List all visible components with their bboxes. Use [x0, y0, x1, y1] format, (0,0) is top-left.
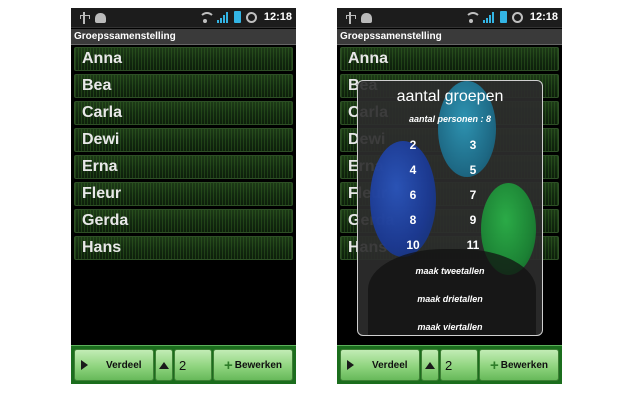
group-option[interactable]: 7 — [458, 188, 488, 202]
android-debug-icon — [361, 13, 372, 23]
battery-icon — [233, 11, 241, 23]
group-count-field[interactable]: 2 — [174, 349, 212, 381]
make-quads-option[interactable]: maak viertallen — [358, 322, 542, 332]
app-title: Groepssamenstelling — [337, 29, 562, 45]
dialog-title: aantal groepen — [396, 88, 504, 105]
list-item[interactable]: Erna — [74, 155, 293, 179]
list-item[interactable]: Hans — [74, 236, 293, 260]
clock: 12:18 — [263, 11, 292, 23]
alarm-icon — [245, 11, 257, 23]
list-item[interactable]: Fleur — [74, 182, 293, 206]
group-option[interactable]: 9 — [458, 213, 488, 227]
list-item[interactable]: Bea — [74, 74, 293, 98]
phone-screen-list: 12:18 Groepssamenstelling Anna Bea Carla… — [71, 8, 296, 384]
name-list: Anna Bea Carla Dewi Erna Fleur Gerda Han… — [74, 47, 293, 263]
group-option[interactable]: 3 — [458, 138, 488, 152]
edit-label: Bewerken — [500, 359, 548, 371]
play-icon — [347, 360, 354, 370]
person-count-label: aantal personen : 8 — [408, 114, 492, 124]
android-debug-icon — [95, 13, 106, 23]
group-option[interactable]: 4 — [398, 163, 428, 177]
plus-icon: + — [223, 356, 233, 374]
increment-button[interactable] — [421, 349, 439, 381]
verdeel-button[interactable]: Verdeel — [340, 349, 420, 381]
verdeel-button[interactable]: Verdeel — [74, 349, 154, 381]
usb-icon — [345, 12, 356, 24]
play-icon — [81, 360, 88, 370]
group-option[interactable]: 10 — [398, 238, 428, 252]
edit-button[interactable]: + Bewerken — [213, 349, 293, 381]
group-count-field[interactable]: 2 — [440, 349, 478, 381]
edit-label: Bewerken — [234, 359, 282, 371]
plus-icon: + — [489, 356, 499, 374]
signal-icon — [216, 11, 229, 23]
make-pairs-option[interactable]: maak tweetallen — [358, 266, 542, 276]
verdeel-label: Verdeel — [372, 359, 408, 371]
phone-screen-dialog: 12:18 Groepssamenstelling Anna Bea Carla… — [337, 8, 562, 384]
verdeel-label: Verdeel — [106, 359, 142, 371]
list-item[interactable]: Dewi — [74, 128, 293, 152]
list-item[interactable]: Carla — [74, 101, 293, 125]
group-option[interactable]: 8 — [398, 213, 428, 227]
battery-icon — [499, 11, 507, 23]
edit-button[interactable]: + Bewerken — [479, 349, 559, 381]
list-item[interactable]: Anna — [74, 47, 293, 71]
wifi-icon — [465, 12, 478, 23]
signal-icon — [482, 11, 495, 23]
bottom-toolbar: Verdeel 2 + Bewerken — [71, 345, 296, 384]
status-bar: 12:18 — [71, 8, 296, 28]
app-title: Groepssamenstelling — [71, 29, 296, 45]
wifi-icon — [199, 12, 212, 23]
group-option[interactable]: 5 — [458, 163, 488, 177]
clock: 12:18 — [529, 11, 558, 23]
alarm-icon — [511, 11, 523, 23]
arrow-up-icon — [159, 361, 169, 369]
group-option[interactable]: 2 — [398, 138, 428, 152]
list-item[interactable]: Gerda — [74, 209, 293, 233]
list-item[interactable]: Anna — [340, 47, 559, 71]
status-bar: 12:18 — [337, 8, 562, 28]
arrow-up-icon — [425, 361, 435, 369]
bottom-toolbar: Verdeel 2 + Bewerken — [337, 345, 562, 384]
make-triples-option[interactable]: maak drietallen — [358, 294, 542, 304]
usb-icon — [79, 12, 90, 24]
increment-button[interactable] — [155, 349, 173, 381]
group-option[interactable]: 11 — [458, 238, 488, 252]
group-count-dialog: aantal groepen aantal personen : 8 2 3 4… — [357, 80, 543, 336]
group-option[interactable]: 6 — [398, 188, 428, 202]
